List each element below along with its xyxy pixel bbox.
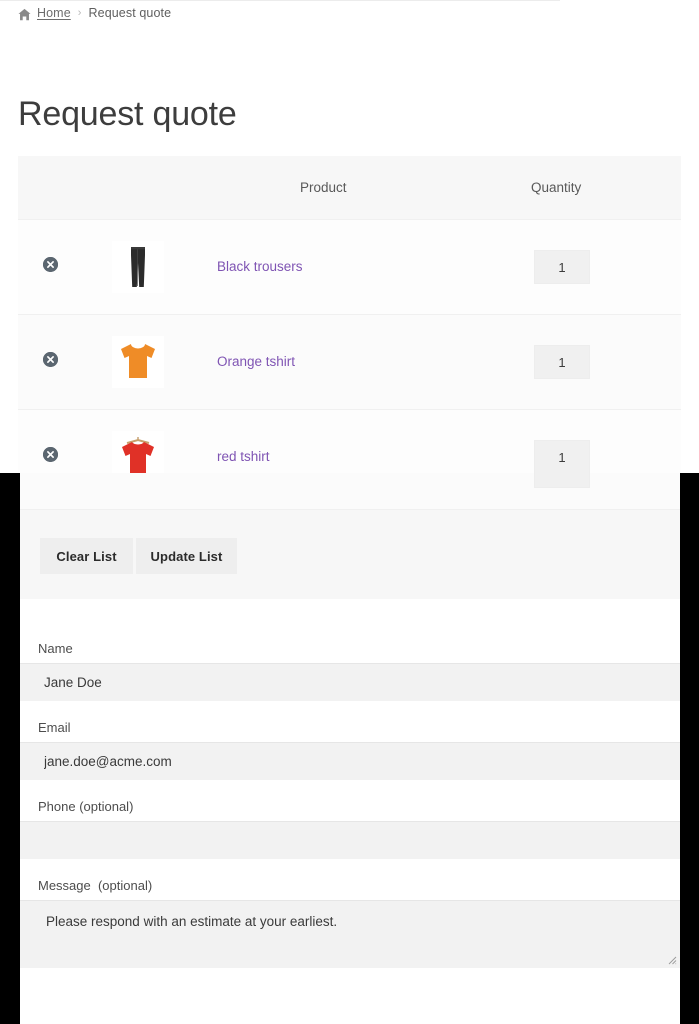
field-name: Name	[20, 641, 680, 701]
home-icon	[18, 8, 31, 21]
phone-label: Phone (optional)	[38, 799, 134, 814]
name-label: Name	[38, 641, 73, 656]
breadcrumb-separator: ›	[77, 7, 82, 19]
quantity-input[interactable]	[534, 250, 590, 284]
phone-input[interactable]	[20, 821, 680, 859]
email-input[interactable]	[20, 742, 680, 780]
field-email: Email	[20, 720, 680, 780]
black-trousers-thumbnail[interactable]	[112, 241, 164, 293]
message-textarea[interactable]	[20, 900, 680, 968]
email-label: Email	[38, 720, 71, 735]
breadcrumb-current: Request quote	[88, 6, 172, 20]
product-link[interactable]: red tshirt	[217, 449, 270, 464]
orange-tshirt-thumbnail[interactable]	[112, 336, 164, 388]
column-header-product: Product	[300, 180, 347, 195]
quantity-input[interactable]	[534, 440, 590, 474]
column-header-quantity: Quantity	[531, 180, 582, 195]
remove-item-button[interactable]	[43, 352, 58, 367]
quantity-input[interactable]	[534, 345, 590, 379]
name-input[interactable]	[20, 663, 680, 701]
remove-cell	[18, 257, 83, 277]
product-thumbnail-cell	[83, 241, 193, 293]
quantity-cell-tail	[534, 473, 590, 488]
remove-item-button[interactable]	[43, 447, 58, 462]
page-title: Request quote	[18, 95, 237, 133]
quantity-cell	[516, 440, 681, 474]
table-header-row: Product Quantity	[18, 156, 681, 219]
quantity-cell	[516, 345, 681, 379]
list-actions-bar: Clear List Update List	[20, 509, 680, 599]
remove-cell	[18, 352, 83, 372]
field-message: Message (optional)	[20, 878, 680, 968]
header-divider	[0, 0, 560, 1]
lower-viewport-content: Clear List Update List Name Email Phone …	[20, 473, 680, 1024]
update-list-button[interactable]: Update List	[136, 538, 237, 574]
table-row-tail	[20, 473, 680, 509]
product-thumbnail-cell	[83, 336, 193, 388]
product-name-cell: Black trousers	[193, 258, 516, 276]
product-name-cell: Orange tshirt	[193, 353, 516, 371]
product-link[interactable]: Orange tshirt	[217, 354, 295, 369]
breadcrumb-link-home[interactable]: Home	[37, 6, 71, 20]
product-link[interactable]: Black trousers	[217, 259, 303, 274]
clear-list-button[interactable]: Clear List	[40, 538, 133, 574]
product-name-cell: red tshirt	[193, 448, 516, 466]
table-row: Black trousers	[18, 219, 681, 314]
breadcrumb: Home › Request quote	[18, 6, 171, 20]
remove-cell	[18, 447, 83, 467]
page-root: Home › Request quote Request quote Produ…	[0, 0, 699, 1024]
lower-viewport-letterbox: Clear List Update List Name Email Phone …	[0, 473, 699, 1024]
quote-list-table: Product Quantity Black trousers 1 Orange…	[18, 156, 681, 504]
quantity-cell	[516, 250, 681, 284]
field-phone: Phone (optional)	[20, 799, 680, 859]
remove-item-button[interactable]	[43, 257, 58, 272]
table-row: Orange tshirt	[18, 314, 681, 409]
message-label: Message (optional)	[38, 878, 153, 893]
